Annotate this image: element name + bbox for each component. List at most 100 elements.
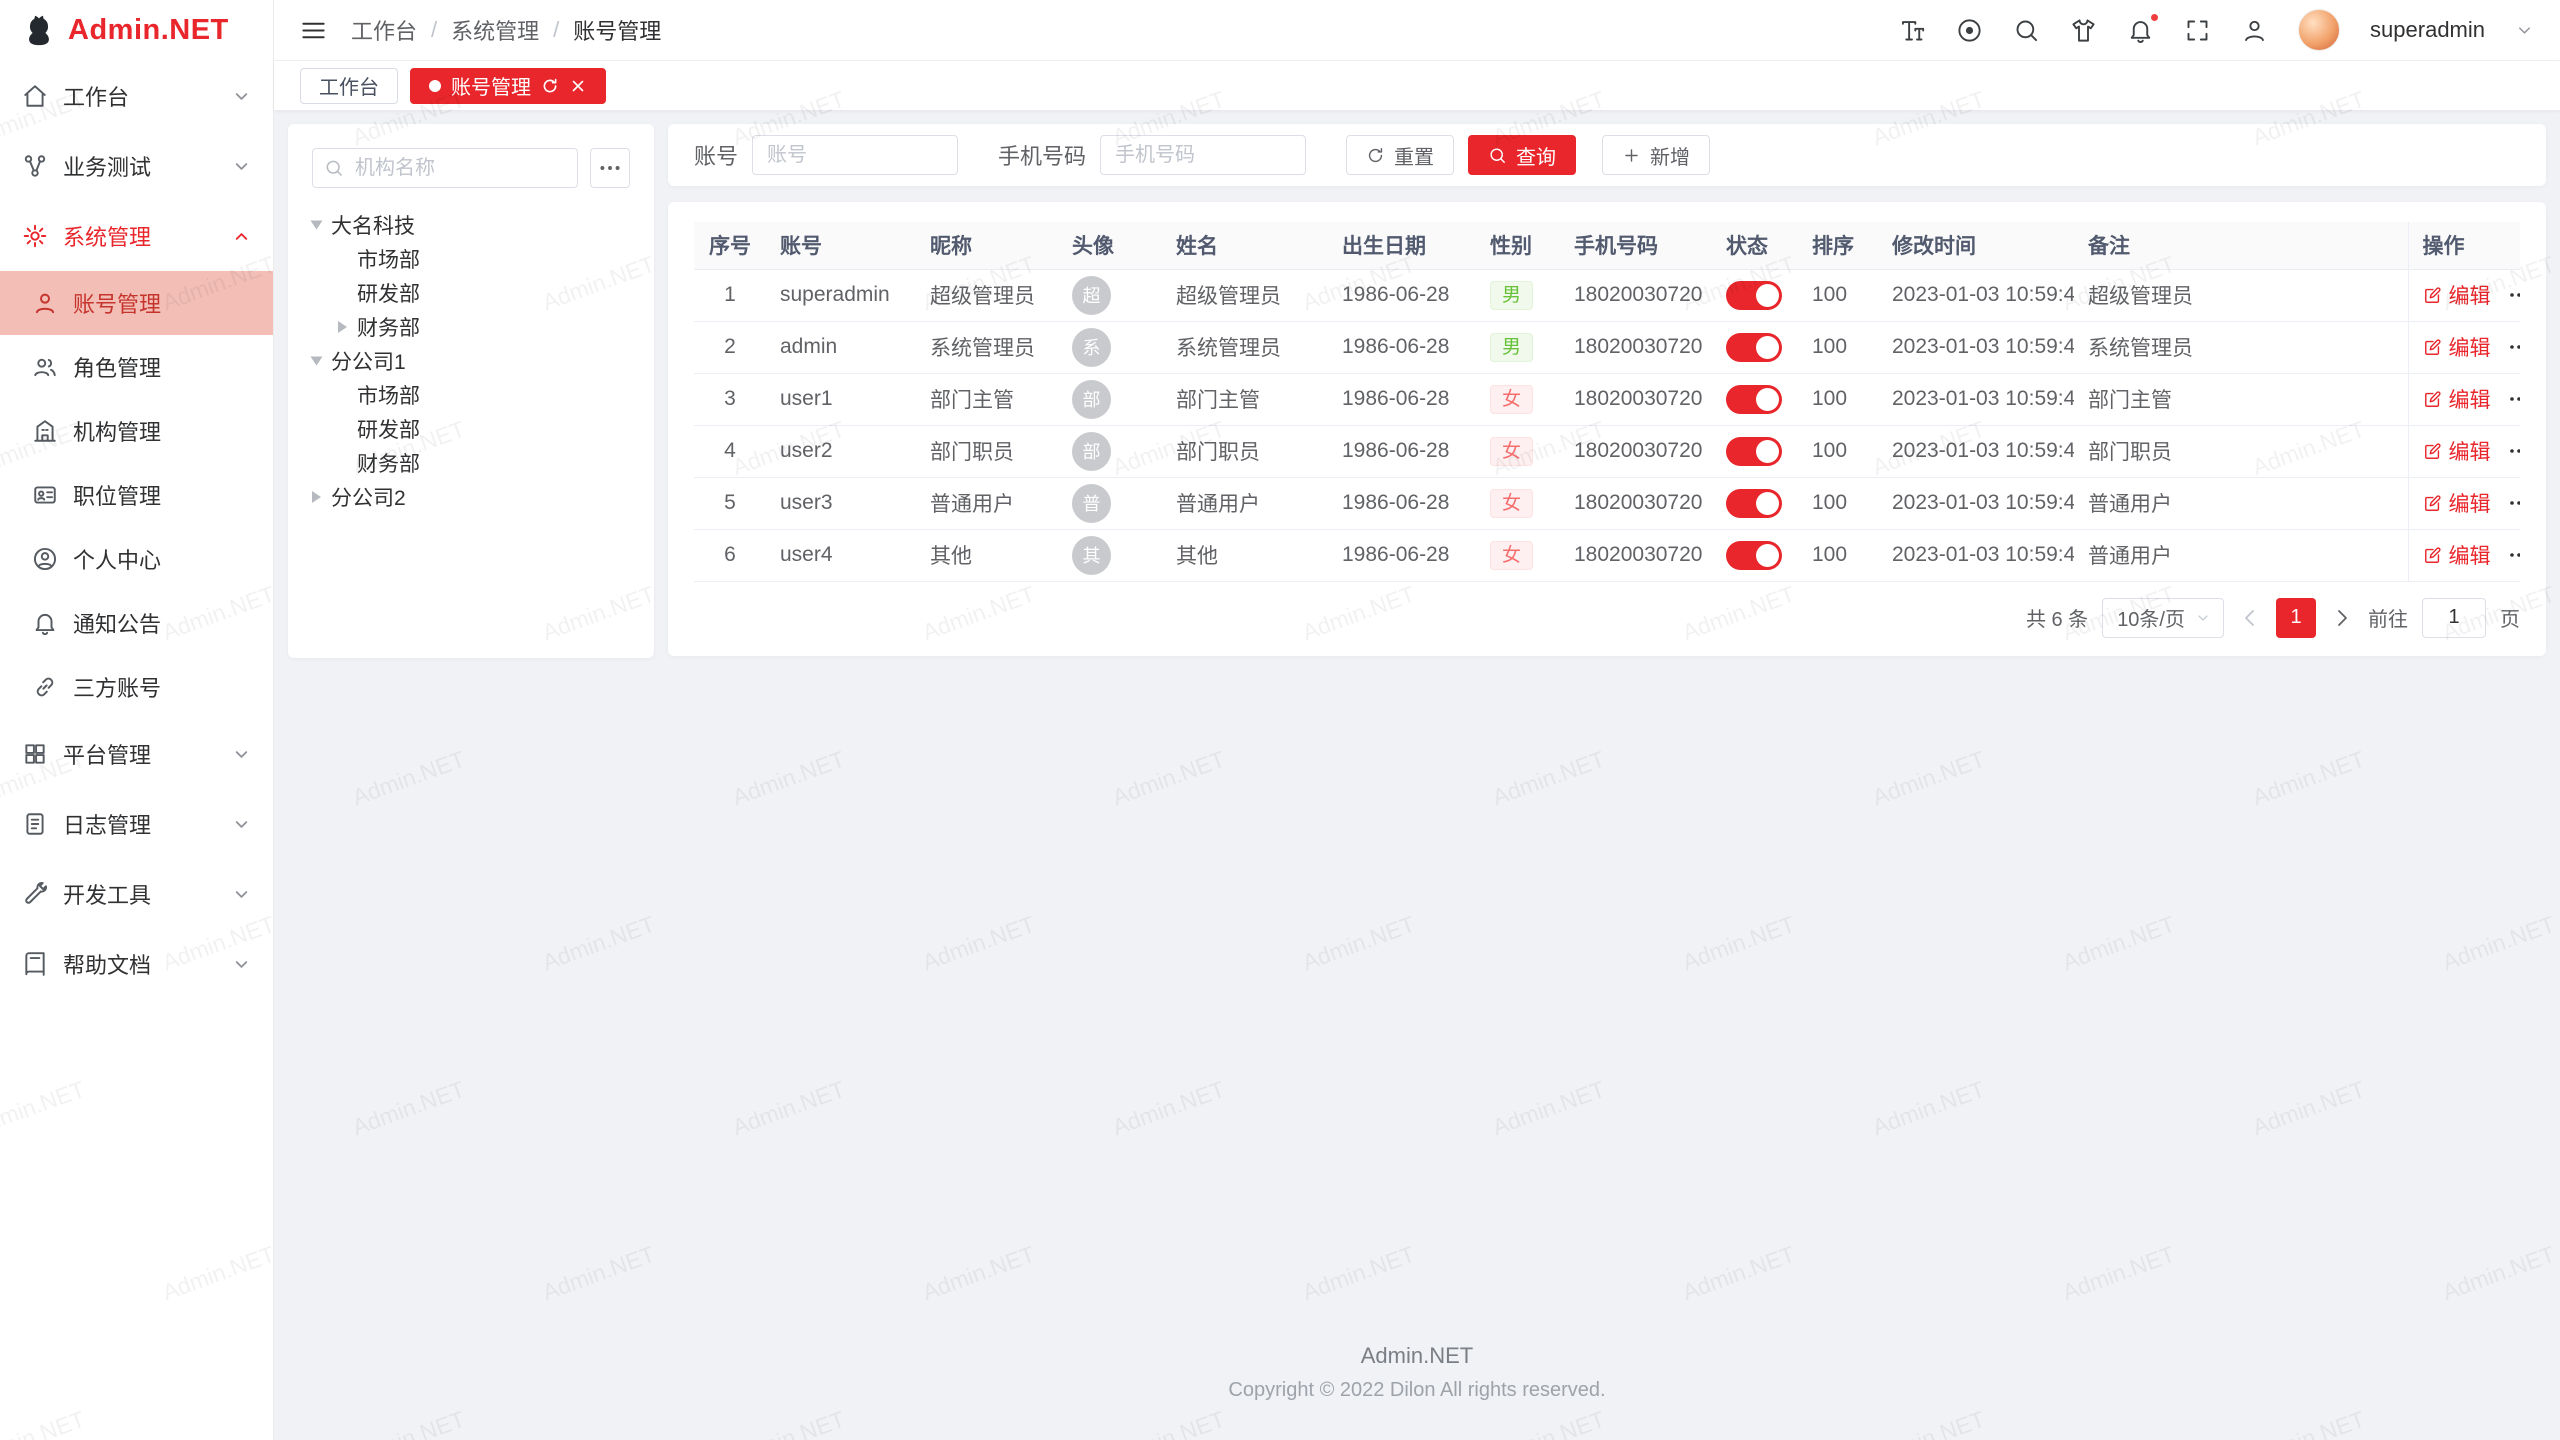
cell-sort: 100 xyxy=(1798,373,1878,425)
reset-button[interactable]: 重置 xyxy=(1346,135,1454,175)
caret-right-icon[interactable] xyxy=(338,321,347,333)
tree-node[interactable]: 研发部 xyxy=(312,412,630,446)
cell-sort: 100 xyxy=(1798,425,1878,477)
locale-icon[interactable] xyxy=(1956,17,1983,44)
phone-input[interactable] xyxy=(1100,135,1306,175)
tree-node[interactable]: 分公司2 xyxy=(312,480,630,514)
goto-page-input[interactable] xyxy=(2422,598,2486,638)
tab-refresh-icon[interactable] xyxy=(541,77,559,95)
sidebar-menu: 工作台业务测试系统管理账号管理角色管理机构管理职位管理个人中心通知公告三方账号平… xyxy=(0,61,273,1440)
edit-button[interactable]: 编辑 xyxy=(2423,488,2491,518)
sidebar-item-position-mgmt[interactable]: 职位管理 xyxy=(0,463,273,527)
cell-birth: 1986-06-28 xyxy=(1328,269,1476,321)
cell-birth: 1986-06-28 xyxy=(1328,321,1476,373)
cell-birth: 1986-06-28 xyxy=(1328,373,1476,425)
cell-phone: 18020030720 xyxy=(1560,321,1712,373)
sidebar-item-account-mgmt[interactable]: 账号管理 xyxy=(0,271,273,335)
tab-workbench[interactable]: 工作台 xyxy=(300,68,398,104)
next-page-icon[interactable] xyxy=(2330,606,2354,630)
caret-right-icon[interactable] xyxy=(312,491,321,503)
query-button[interactable]: 查询 xyxy=(1468,135,1576,175)
sidebar-item-third-account[interactable]: 三方账号 xyxy=(0,655,273,719)
chevron-down-icon xyxy=(232,745,251,764)
sidebar-item-role-mgmt[interactable]: 角色管理 xyxy=(0,335,273,399)
fullscreen-icon[interactable] xyxy=(2184,17,2211,44)
sidebar-item-notice[interactable]: 通知公告 xyxy=(0,591,273,655)
tree-node[interactable]: 财务部 xyxy=(312,446,630,480)
breadcrumb-item[interactable]: 工作台 xyxy=(351,14,417,46)
tree-node[interactable]: 市场部 xyxy=(312,378,630,412)
edit-button[interactable]: 编辑 xyxy=(2423,280,2491,310)
chevron-down-icon xyxy=(232,157,251,176)
edit-button[interactable]: 编辑 xyxy=(2423,384,2491,414)
chevron-down-icon xyxy=(2195,610,2211,626)
more-actions-icon[interactable] xyxy=(2507,387,2521,411)
table-header-row: 序号账号昵称头像姓名出生日期性别手机号码状态排序修改时间备注操作 xyxy=(694,222,2520,269)
sidebar-item-dev-tools[interactable]: 开发工具 xyxy=(0,859,273,929)
caret-down-icon[interactable] xyxy=(311,221,323,230)
theme-icon[interactable] xyxy=(2070,17,2097,44)
gender-tag: 女 xyxy=(1490,541,1533,570)
sidebar-item-profile-center[interactable]: 个人中心 xyxy=(0,527,273,591)
tree-node[interactable]: 研发部 xyxy=(312,276,630,310)
status-toggle[interactable] xyxy=(1726,437,1782,466)
tab-close-icon[interactable] xyxy=(569,77,587,95)
cell-account: user3 xyxy=(766,477,916,529)
more-actions-icon[interactable] xyxy=(2507,491,2521,515)
page-size-select[interactable]: 10条/页 xyxy=(2102,598,2224,638)
gender-tag: 女 xyxy=(1490,385,1533,414)
font-size-icon[interactable] xyxy=(1899,17,1926,44)
account-input[interactable] xyxy=(752,135,958,175)
tree-node[interactable]: 分公司1 xyxy=(312,344,630,378)
sidebar-item-help-docs[interactable]: 帮助文档 xyxy=(0,929,273,999)
user-avatar[interactable] xyxy=(2298,9,2340,51)
column-header-status: 状态 xyxy=(1712,222,1798,269)
caret-down-icon[interactable] xyxy=(311,357,323,366)
sidebar: Admin.NET 工作台业务测试系统管理账号管理角色管理机构管理职位管理个人中… xyxy=(0,0,274,1440)
profile-icon[interactable] xyxy=(2241,17,2268,44)
cell-account: user1 xyxy=(766,373,916,425)
add-button[interactable]: 新增 xyxy=(1602,135,1710,175)
menu-collapse-icon[interactable] xyxy=(300,17,327,44)
user-menu-chevron-icon[interactable] xyxy=(2515,21,2534,40)
org-search-input[interactable] xyxy=(312,148,578,188)
more-actions-icon[interactable] xyxy=(2507,543,2521,567)
sidebar-item-business-test[interactable]: 业务测试 xyxy=(0,131,273,201)
tree-more-button[interactable] xyxy=(590,148,630,188)
page-number-1[interactable]: 1 xyxy=(2276,598,2316,638)
notification-bell-icon[interactable] xyxy=(2127,17,2154,44)
more-actions-icon[interactable] xyxy=(2507,283,2521,307)
cell-modified: 2023-01-03 10:59:44 xyxy=(1878,425,2074,477)
breadcrumb-item[interactable]: 系统管理 xyxy=(451,14,539,46)
more-actions-icon[interactable] xyxy=(2507,335,2521,359)
tab-account[interactable]: 账号管理 xyxy=(410,68,606,104)
status-toggle[interactable] xyxy=(1726,489,1782,518)
status-toggle[interactable] xyxy=(1726,385,1782,414)
grid-icon xyxy=(22,741,48,767)
gender-tag: 男 xyxy=(1490,281,1533,310)
prev-page-icon[interactable] xyxy=(2238,606,2262,630)
sidebar-item-platform-mgmt[interactable]: 平台管理 xyxy=(0,719,273,789)
tree-node[interactable]: 大名科技 xyxy=(312,208,630,242)
edit-icon xyxy=(2423,442,2442,461)
sidebar-item-workbench[interactable]: 工作台 xyxy=(0,61,273,131)
tree-node[interactable]: 市场部 xyxy=(312,242,630,276)
status-toggle[interactable] xyxy=(1726,541,1782,570)
more-actions-icon[interactable] xyxy=(2507,439,2521,463)
tree-node[interactable]: 财务部 xyxy=(312,310,630,344)
sidebar-item-log-mgmt[interactable]: 日志管理 xyxy=(0,789,273,859)
plus-icon xyxy=(1622,146,1641,165)
edit-button[interactable]: 编辑 xyxy=(2423,540,2491,570)
sidebar-item-org-mgmt[interactable]: 机构管理 xyxy=(0,399,273,463)
org-tree-search xyxy=(312,148,630,188)
username[interactable]: superadmin xyxy=(2370,17,2485,43)
search-icon[interactable] xyxy=(2013,17,2040,44)
cell-nickname: 其他 xyxy=(916,529,1058,581)
logo[interactable]: Admin.NET xyxy=(0,0,273,61)
status-toggle[interactable] xyxy=(1726,333,1782,362)
sidebar-item-system-mgmt[interactable]: 系统管理 xyxy=(0,201,273,271)
edit-button[interactable]: 编辑 xyxy=(2423,436,2491,466)
status-toggle[interactable] xyxy=(1726,281,1782,310)
edit-button[interactable]: 编辑 xyxy=(2423,332,2491,362)
edit-icon xyxy=(2423,338,2442,357)
